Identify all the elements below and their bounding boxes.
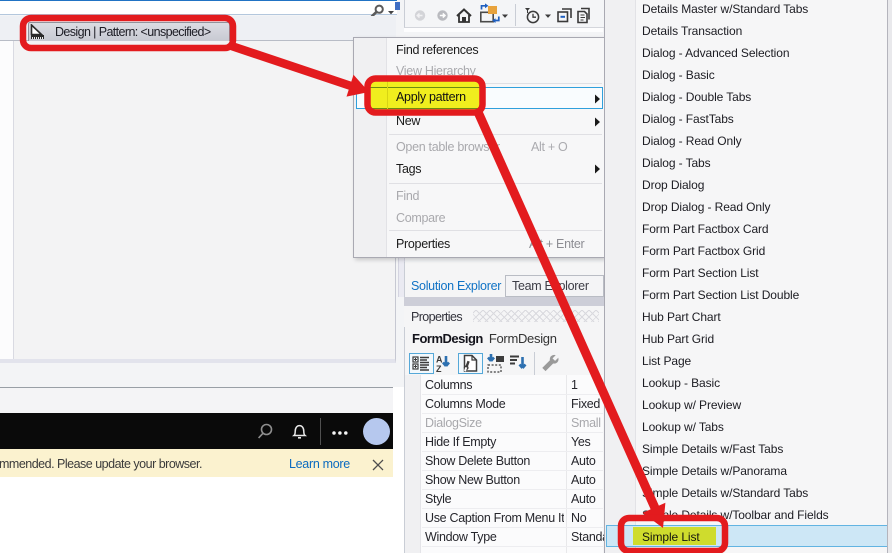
svg-text:Z: Z (436, 364, 442, 374)
svg-text:A: A (436, 355, 443, 365)
